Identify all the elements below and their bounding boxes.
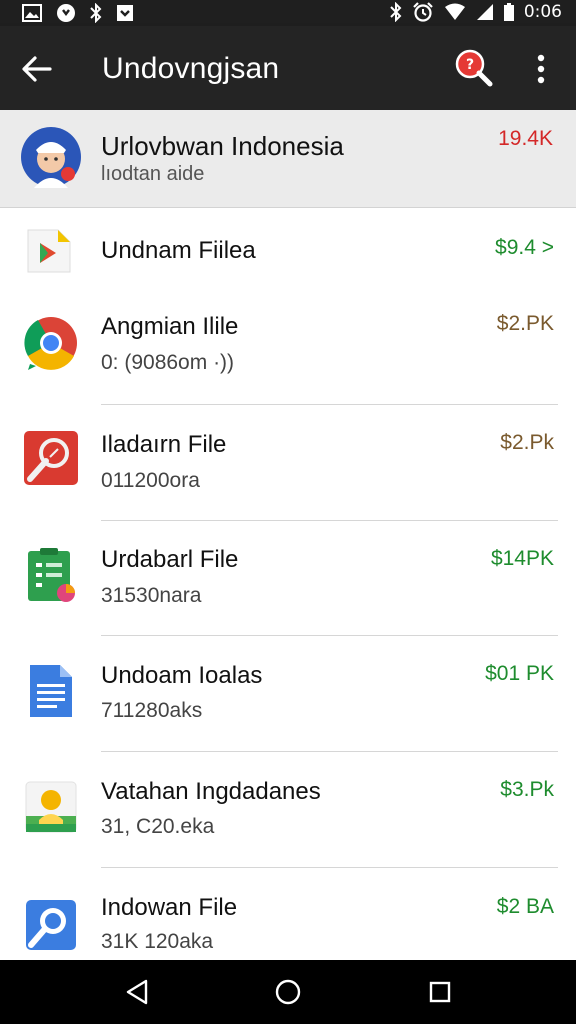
file-size: $14PK [490, 547, 554, 570]
page-title: Undovngjsan [102, 52, 280, 85]
contact-icon [25, 781, 77, 833]
gallery-icon [22, 4, 42, 22]
file-size: $2.PK [496, 312, 554, 335]
file-size: $2 BA [496, 895, 554, 918]
record-icon [57, 4, 75, 22]
alarm-icon [413, 2, 433, 22]
svg-text:?: ? [466, 57, 474, 73]
file-row[interactable]: Indowan File 31K 120aka $2 BA [0, 868, 576, 960]
file-name: Urdabarl File [101, 546, 239, 573]
sheet-icon [28, 548, 75, 602]
file-name: Iladaırn File [101, 431, 227, 458]
file-size: $9.4 > [495, 236, 554, 259]
file-name: Undnam Fiilea [101, 237, 256, 264]
account-count: 19.4K [498, 127, 553, 150]
account-name: Urlovbwan Indonesia [101, 131, 344, 161]
recents-square-icon[interactable] [426, 978, 454, 1006]
file-detail: 31, C20.eka [101, 815, 215, 838]
back-triangle-icon[interactable] [124, 978, 152, 1006]
file-row[interactable]: Angmian Ilile 0: (9086om ·)) $2.PK [0, 296, 576, 412]
home-circle-icon[interactable] [274, 978, 302, 1006]
file-name: Undoam Ioalas [101, 662, 263, 689]
status-bar: 0:06 [0, 0, 576, 26]
download-icon [117, 5, 133, 21]
back-arrow-icon[interactable] [20, 52, 54, 86]
signal-icon [476, 4, 493, 20]
bluetooth-icon [90, 3, 102, 23]
magnifier-red-icon [24, 431, 78, 485]
search-icon[interactable]: ? [454, 48, 494, 88]
battery-icon [503, 3, 514, 21]
bluetooth-icon [390, 2, 402, 22]
doc-icon [30, 665, 72, 717]
search-file-icon [26, 900, 76, 950]
file-detail: 31K 120aka [101, 930, 214, 953]
status-time: 0:06 [523, 2, 562, 22]
account-header[interactable]: Urlovbwan Indonesia lıodtan aide 19.4K [0, 110, 576, 208]
file-detail: 011200ora [101, 469, 200, 492]
file-row[interactable]: Urdabarl File 31530nara $14PK [0, 521, 576, 637]
file-detail: 31530nara [101, 584, 202, 607]
app-bar: Undovngjsan ? [0, 26, 576, 110]
file-name: Angmian Ilile [101, 313, 239, 340]
avatar [21, 127, 81, 188]
file-detail: 711280aks [101, 699, 203, 722]
file-size: $2.Pk [500, 431, 554, 454]
file-name: Indowan File [101, 894, 238, 921]
navigation-bar [0, 960, 576, 1024]
account-subtitle: lıodtan aide [101, 163, 205, 185]
chrome-icon [24, 317, 77, 370]
file-row[interactable]: Vatahan Ingdadanes 31, C20.eka $3.Pk [0, 752, 576, 868]
file-size: $01 PK [485, 662, 554, 685]
file-row[interactable]: Undnam Fiilea $9.4 > [0, 208, 576, 296]
file-detail: 0: (9086om ·)) [101, 351, 235, 374]
more-vert-icon[interactable] [528, 52, 554, 86]
file-row[interactable]: Iladaırn File 011200ora $2.Pk [0, 405, 576, 521]
file-size: $3.Pk [500, 778, 554, 801]
file-name: Vatahan Ingdadanes [101, 778, 321, 805]
play-store-icon [27, 229, 71, 273]
file-row[interactable]: Undoam Ioalas 711280aks $01 PK [0, 636, 576, 752]
wifi-icon [444, 3, 465, 20]
